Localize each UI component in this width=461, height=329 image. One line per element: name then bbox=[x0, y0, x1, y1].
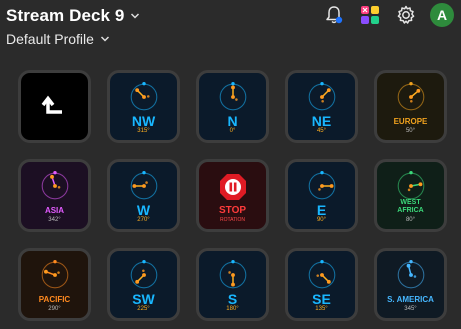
plugins-icon bbox=[361, 6, 379, 24]
key-label: S bbox=[227, 291, 238, 307]
key-sublabel: 315° bbox=[137, 128, 150, 134]
top-bar: Stream Deck 9 Default Profile A bbox=[0, 0, 461, 60]
key-label: NE bbox=[311, 113, 332, 129]
key-label-line1: WEST bbox=[400, 199, 421, 206]
key-label: SE bbox=[312, 291, 331, 307]
key-sw[interactable]: SW 225° bbox=[107, 248, 180, 321]
key-sublabel: 225° bbox=[137, 306, 150, 312]
marketplace-button[interactable] bbox=[357, 2, 383, 28]
key-sublabel: 135° bbox=[315, 306, 328, 312]
account-button[interactable]: A bbox=[429, 2, 455, 28]
key-sublabel: 180° bbox=[226, 306, 239, 312]
device-selector[interactable]: Stream Deck 9 bbox=[6, 6, 140, 26]
compass-icon bbox=[41, 170, 68, 200]
key-sublabel: 290° bbox=[48, 306, 61, 312]
stop-icon bbox=[219, 174, 246, 200]
compass-icon bbox=[219, 259, 246, 289]
settings-button[interactable] bbox=[393, 2, 419, 28]
key-s-america[interactable]: S. AMERICA 345° bbox=[374, 248, 447, 321]
profile-selector[interactable]: Default Profile bbox=[6, 31, 110, 47]
key-sublabel: 0° bbox=[229, 128, 236, 134]
key-label: STOP bbox=[218, 205, 247, 216]
key-label: S. AMERICA bbox=[387, 295, 434, 304]
key-nw[interactable]: NW 315° bbox=[107, 70, 180, 143]
key-sublabel: 45° bbox=[316, 128, 327, 134]
device-title: Stream Deck 9 bbox=[6, 6, 125, 25]
key-label-line2: AFRICA bbox=[397, 206, 424, 214]
key-sublabel: ROTATION bbox=[219, 217, 246, 223]
key-sublabel: 90° bbox=[316, 217, 327, 223]
key-stop[interactable]: STOP ROTATION bbox=[196, 159, 269, 232]
key-label: W bbox=[136, 202, 151, 218]
key-label: WEST AFRICA bbox=[377, 199, 444, 214]
compass-icon bbox=[130, 259, 157, 289]
compass-icon bbox=[130, 170, 157, 200]
gear-icon bbox=[397, 5, 415, 24]
compass-icon bbox=[308, 259, 335, 289]
key-sublabel: 50° bbox=[405, 128, 416, 134]
chevron-down-icon bbox=[100, 36, 109, 42]
compass-icon bbox=[397, 259, 424, 289]
key-label: ASIA bbox=[44, 206, 65, 215]
key-label: PACIFIC bbox=[38, 295, 71, 304]
compass-icon bbox=[397, 170, 424, 200]
compass-icon bbox=[130, 81, 157, 111]
key-west-africa[interactable]: WEST AFRICA 80° bbox=[374, 159, 447, 232]
key-asia[interactable]: ASIA 342° bbox=[18, 159, 91, 232]
back-arrow-icon bbox=[41, 95, 62, 114]
key-e[interactable]: E 90° bbox=[285, 159, 358, 232]
key-sublabel: 345° bbox=[404, 306, 417, 312]
profile-name: Default Profile bbox=[6, 31, 94, 47]
key-ne[interactable]: NE 45° bbox=[285, 70, 358, 143]
chevron-down-icon bbox=[131, 13, 140, 19]
key-se[interactable]: SE 135° bbox=[285, 248, 358, 321]
key-label: EUROPE bbox=[393, 117, 428, 126]
key-n[interactable]: N 0° bbox=[196, 70, 269, 143]
key-label: E bbox=[316, 202, 327, 218]
compass-icon bbox=[308, 170, 335, 200]
compass-icon bbox=[397, 81, 424, 111]
key-label: N bbox=[227, 113, 238, 129]
key-sublabel: 342° bbox=[48, 217, 61, 223]
key-label: NW bbox=[131, 113, 156, 129]
key-s[interactable]: S 180° bbox=[196, 248, 269, 321]
key-w[interactable]: W 270° bbox=[107, 159, 180, 232]
key-grid: NW 315° N 0° NE 45° EUROPE 50° ASIA 342° W 270° STOP… bbox=[18, 70, 447, 321]
compass-icon bbox=[41, 259, 68, 289]
key-back[interactable] bbox=[18, 70, 91, 143]
compass-icon bbox=[308, 81, 335, 111]
key-europe[interactable]: EUROPE 50° bbox=[374, 70, 447, 143]
bell-icon bbox=[326, 6, 343, 24]
key-pacific[interactable]: PACIFIC 290° bbox=[18, 248, 91, 321]
notifications-button[interactable] bbox=[321, 2, 347, 28]
avatar: A bbox=[430, 3, 454, 27]
key-sublabel: 270° bbox=[137, 217, 150, 223]
compass-icon bbox=[219, 81, 246, 111]
key-sublabel: 80° bbox=[405, 217, 416, 223]
key-label: SW bbox=[132, 291, 155, 307]
top-icons: A bbox=[321, 2, 455, 28]
